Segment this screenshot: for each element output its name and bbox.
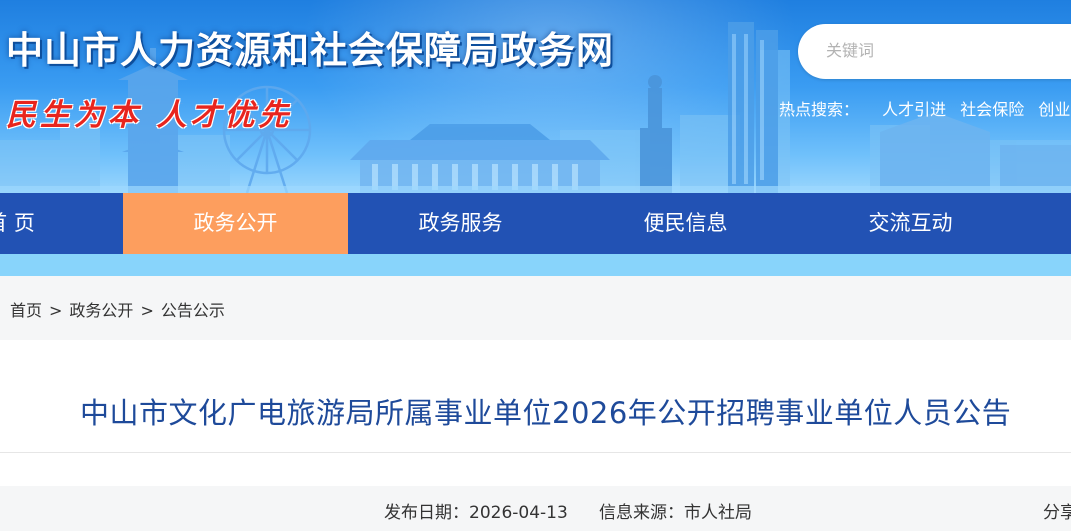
nav-sub-strip	[0, 254, 1071, 276]
article-meta-bar: 发布日期：2026-04-13 信息来源：市人社局 分享	[0, 486, 1071, 531]
hot-search: 热点搜索： 人才引进 社会保险 创业	[779, 96, 1071, 120]
breadcrumb-separator: >	[49, 301, 63, 320]
publish-date-label: 发布日期：	[384, 503, 469, 523]
nav-item-gov-services[interactable]: 政务服务	[348, 193, 573, 254]
hot-link-talent[interactable]: 人才引进	[882, 100, 946, 119]
search-input[interactable]	[824, 40, 1068, 61]
hot-link-startup[interactable]: 创业	[1038, 100, 1070, 119]
main-nav: 首 页 政务公开 政务服务 便民信息 交流互动	[0, 193, 1071, 254]
breadcrumb-bar: 首页 > 政务公开 > 公告公示	[0, 276, 1071, 340]
breadcrumb-home[interactable]: 首页	[10, 301, 42, 320]
hot-search-label: 热点搜索：	[779, 100, 860, 119]
nav-item-public-info[interactable]: 便民信息	[573, 193, 798, 254]
search-box[interactable]	[798, 24, 1071, 79]
article-title: 中山市文化广电旅游局所属事业单位2026年公开招聘事业单位人员公告	[80, 396, 1012, 430]
breadcrumb: 首页 > 政务公开 > 公告公示	[10, 297, 225, 321]
breadcrumb-announcements[interactable]: 公告公示	[161, 301, 225, 320]
header-banner: 中山市人力资源和社会保障局政务网 民生为本 人才优先 热点搜索： 人才引进 社会…	[0, 0, 1071, 193]
site-title: 中山市人力资源和社会保障局政务网	[6, 29, 614, 72]
hot-link-social-insurance[interactable]: 社会保险	[960, 100, 1024, 119]
publish-date: 发布日期：2026-04-13	[384, 498, 568, 523]
share-button[interactable]: 分享	[1043, 498, 1071, 523]
title-divider	[0, 452, 1071, 453]
site-slogan: 民生为本 人才优先	[6, 98, 293, 133]
publish-date-value: 2026-04-13	[469, 503, 568, 523]
breadcrumb-gov-info[interactable]: 政务公开	[69, 301, 133, 320]
info-source-value: 市人社局	[684, 503, 752, 523]
nav-item-home[interactable]: 首 页	[0, 193, 123, 254]
nav-item-interaction[interactable]: 交流互动	[798, 193, 1023, 254]
info-source-label: 信息来源：	[599, 503, 684, 523]
nav-item-gov-info[interactable]: 政务公开	[123, 193, 348, 254]
info-source: 信息来源：市人社局	[599, 498, 752, 523]
breadcrumb-separator: >	[140, 301, 154, 320]
